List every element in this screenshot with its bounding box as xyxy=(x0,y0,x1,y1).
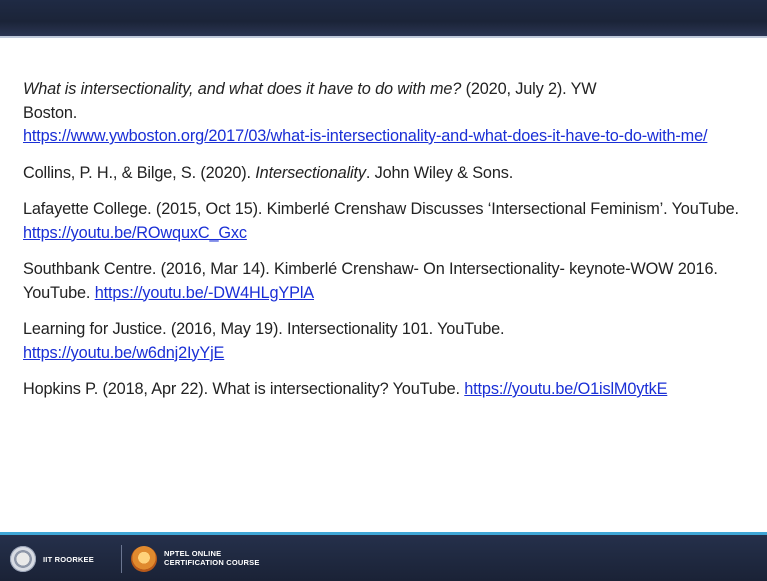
top-divider xyxy=(0,36,767,38)
nptel-logo-icon xyxy=(131,546,157,572)
reference-book-title: Intersectionality xyxy=(255,163,366,182)
footer-institute-label: IIT ROORKEE xyxy=(43,555,94,564)
reference-ywboston: What is intersectionality, and what does… xyxy=(23,78,753,149)
reference-collins: Collins, P. H., & Bilge, S. (2020). Inte… xyxy=(23,162,753,186)
reference-list: What is intersectionality, and what does… xyxy=(23,78,753,415)
footer-bar: IIT ROORKEE NPTEL ONLINE CERTIFICATION C… xyxy=(0,535,767,581)
footer-divider xyxy=(121,545,122,573)
reference-text: Learning for Justice. (2016, May 19). In… xyxy=(23,320,505,338)
footer-course-label: NPTEL ONLINE CERTIFICATION COURSE xyxy=(164,549,260,567)
reference-lafayette: Lafayette College. (2015, Oct 15). Kimbe… xyxy=(23,198,753,245)
reference-link[interactable]: https://youtu.be/w6dnj2IyYjE xyxy=(23,344,224,362)
reference-title: What is intersectionality, and what does… xyxy=(23,80,462,98)
top-banner xyxy=(0,0,767,36)
reference-link[interactable]: https://youtu.be/-DW4HLgYPlA xyxy=(95,284,314,302)
footer-course-line1: NPTEL ONLINE xyxy=(164,549,222,558)
reference-link[interactable]: https://youtu.be/O1islM0ytkE xyxy=(464,380,667,398)
reference-link[interactable]: https://www.ywboston.org/2017/03/what-is… xyxy=(23,127,707,145)
reference-publisher: . John Wiley & Sons. xyxy=(365,163,514,182)
reference-text: Hopkins P. (2018, Apr 22). What is inter… xyxy=(23,380,465,398)
reference-learning-for-justice: Learning for Justice. (2016, May 19). In… xyxy=(23,318,753,365)
reference-publisher: Boston. xyxy=(23,103,78,122)
slide: What is intersectionality, and what does… xyxy=(0,0,767,581)
reference-authors: Collins, P. H., & Bilge, S. (2020). xyxy=(23,163,256,182)
footer-course-line2: CERTIFICATION COURSE xyxy=(164,558,260,567)
reference-date: (2020, July 2). YW xyxy=(461,80,597,98)
reference-southbank: Southbank Centre. (2016, Mar 14). Kimber… xyxy=(23,258,753,305)
iit-roorkee-logo-icon xyxy=(10,546,36,572)
reference-hopkins: Hopkins P. (2018, Apr 22). What is inter… xyxy=(23,378,753,402)
reference-text: Lafayette College. (2015, Oct 15). Kimbe… xyxy=(23,200,739,218)
reference-link[interactable]: https://youtu.be/ROwquxC_Gxc xyxy=(23,224,247,242)
